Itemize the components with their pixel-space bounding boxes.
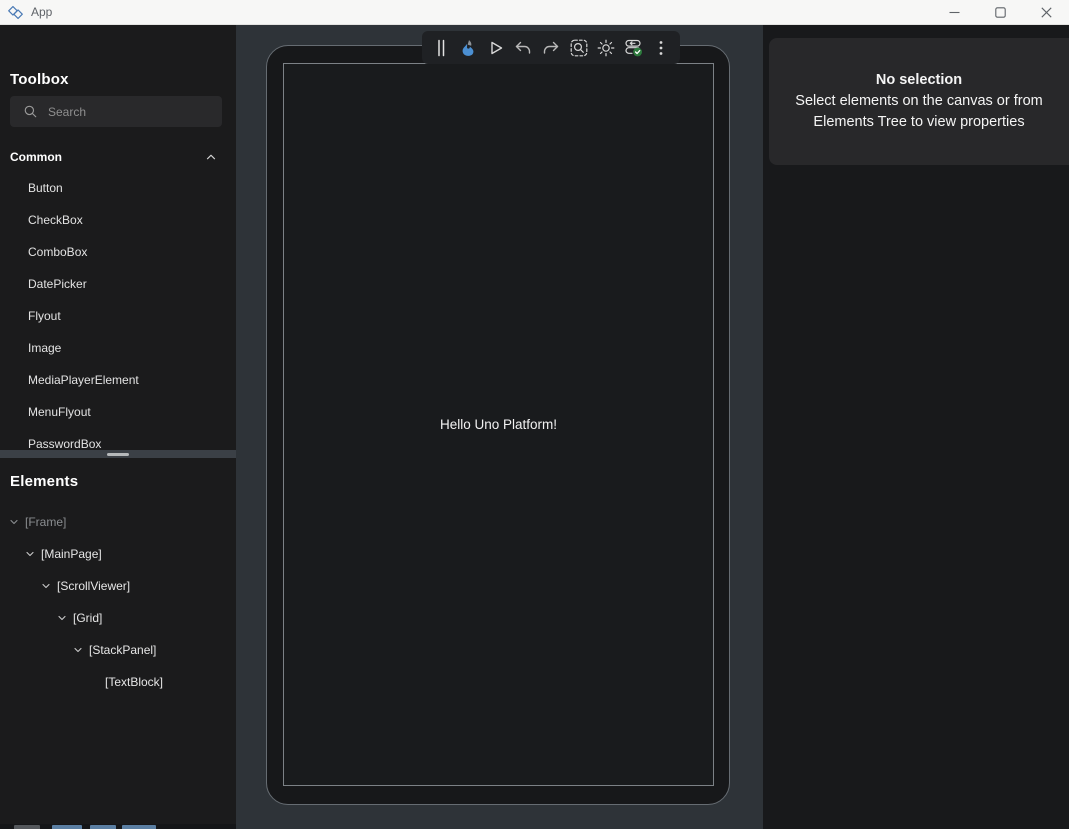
tree-item-frame[interactable]: [Frame]	[0, 506, 236, 538]
titlebar: App	[0, 0, 1069, 25]
chevron-down-icon[interactable]	[40, 580, 52, 592]
window-title: App	[31, 5, 52, 19]
chevron-down-icon[interactable]	[56, 612, 68, 624]
elements-tree: [Frame] [MainPage] [ScrollViewer] [Grid]	[0, 506, 236, 698]
no-selection-hint-line1: Select elements on the canvas or from	[795, 91, 1042, 112]
clipped-bottom-row	[0, 824, 236, 829]
drag-handle-icon	[436, 39, 446, 57]
applied-changes-check-icon	[623, 37, 644, 58]
chevron-down-icon[interactable]	[8, 516, 20, 528]
inspect-element-icon	[569, 38, 589, 58]
toolbox-title: Toolbox	[10, 71, 69, 88]
toolbox-item-mediaplayerelement[interactable]: MediaPlayerElement	[0, 364, 236, 396]
properties-panel: No selection Select elements on the canv…	[763, 25, 1069, 829]
toolbox-search[interactable]	[10, 96, 222, 127]
tree-item-mainpage[interactable]: [MainPage]	[0, 538, 236, 570]
device-frame[interactable]: Hello Uno Platform!	[266, 45, 730, 805]
tree-item-textblock[interactable]: [TextBlock]	[0, 666, 236, 698]
play-button[interactable]	[484, 34, 508, 61]
tree-item-stackpanel[interactable]: [StackPanel]	[0, 634, 236, 666]
no-selection-hint-line2: Elements Tree to view properties	[813, 112, 1024, 133]
toolbox-item-checkbox[interactable]: CheckBox	[0, 204, 236, 236]
tree-item-scrollviewer[interactable]: [ScrollViewer]	[0, 570, 236, 602]
redo-icon	[541, 38, 561, 58]
undo-button[interactable]	[512, 34, 536, 61]
search-input[interactable]	[48, 105, 208, 119]
toolbox-item-menuflyout[interactable]: MenuFlyout	[0, 396, 236, 428]
toolbox-item-combobox[interactable]: ComboBox	[0, 236, 236, 268]
maximize-button[interactable]	[977, 0, 1023, 25]
tree-item-grid[interactable]: [Grid]	[0, 602, 236, 634]
hot-design-flame-icon	[458, 38, 478, 58]
no-selection-title: No selection	[876, 70, 962, 91]
toolbox-list: Button CheckBox ComboBox DatePicker Flyo…	[0, 172, 236, 460]
no-selection-card: No selection Select elements on the canv…	[769, 38, 1069, 165]
close-button[interactable]	[1023, 0, 1069, 25]
hot-design-button[interactable]	[457, 34, 481, 61]
elements-title: Elements	[10, 473, 78, 490]
section-header-common[interactable]: Common	[0, 147, 236, 167]
toolbox-item-flyout[interactable]: Flyout	[0, 300, 236, 332]
toolbox-item-button[interactable]: Button	[0, 172, 236, 204]
magnifier-icon	[23, 104, 38, 119]
theme-toggle-button[interactable]	[594, 34, 618, 61]
design-canvas[interactable]: Hello Uno Platform!	[236, 25, 763, 829]
app-window: App Toolbox Common	[0, 0, 1069, 829]
chevron-down-icon[interactable]	[72, 644, 84, 656]
device-screen[interactable]: Hello Uno Platform!	[283, 63, 714, 786]
redo-button[interactable]	[539, 34, 563, 61]
toolbox-item-image[interactable]: Image	[0, 332, 236, 364]
applied-changes-button[interactable]	[622, 34, 646, 61]
undo-icon	[513, 38, 533, 58]
panel-splitter[interactable]	[0, 450, 236, 458]
section-label: Common	[10, 150, 62, 164]
theme-sun-icon	[596, 38, 616, 58]
hot-design-toolbar	[422, 31, 680, 64]
chevron-down-icon[interactable]	[24, 548, 36, 560]
left-sidebar: Toolbox Common Button CheckBox ComboBox …	[0, 25, 236, 829]
play-icon	[486, 38, 506, 58]
more-options-button[interactable]	[650, 34, 674, 61]
kebab-menu-icon	[651, 38, 671, 58]
hello-textblock[interactable]: Hello Uno Platform!	[440, 417, 557, 432]
toolbox-item-datepicker[interactable]: DatePicker	[0, 268, 236, 300]
inspect-element-button[interactable]	[567, 34, 591, 61]
minimize-button[interactable]	[931, 0, 977, 25]
toolbar-drag-handle[interactable]	[429, 34, 453, 61]
uno-platform-logo-icon	[7, 4, 24, 21]
chevron-up-icon	[204, 150, 218, 169]
window-controls	[931, 0, 1069, 25]
splitter-grip	[107, 453, 129, 456]
